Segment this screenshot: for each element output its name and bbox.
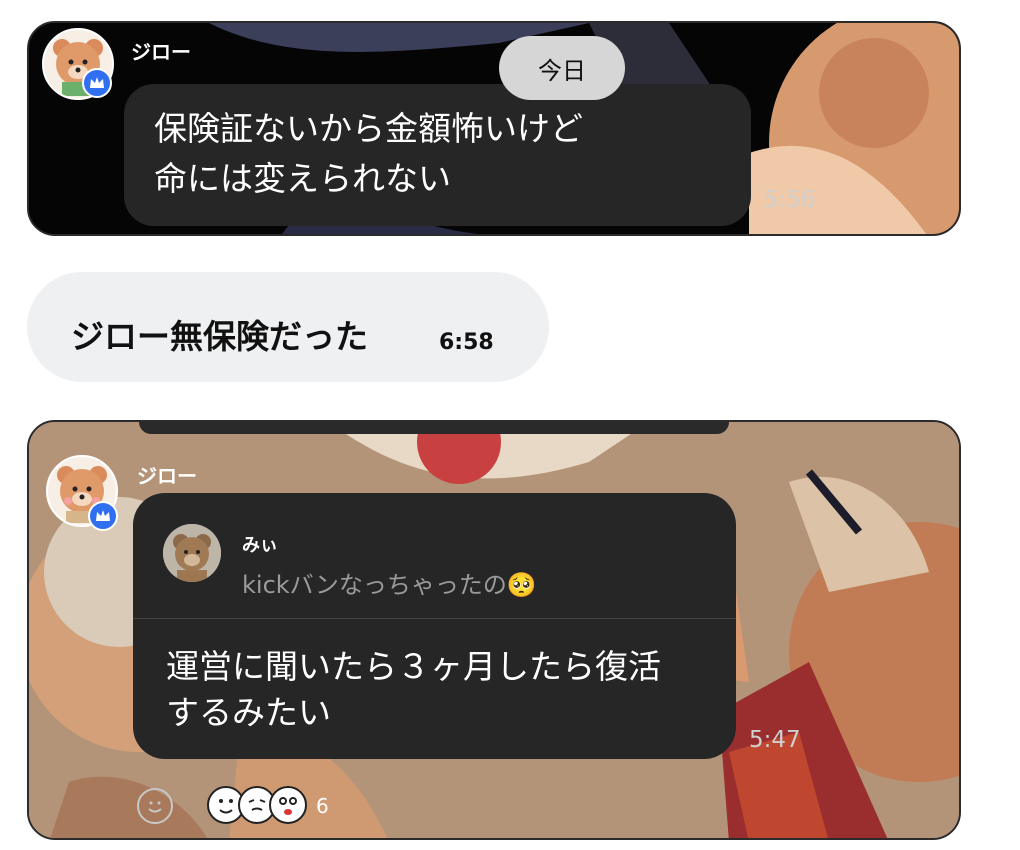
message-time-1: 5:56	[764, 187, 816, 213]
add-reaction-icon[interactable]	[137, 788, 173, 824]
self-message-time: 6:58	[439, 330, 494, 355]
date-separator: 今日	[499, 36, 625, 100]
message-line-1: 保険証ないから金額怖いけど	[154, 109, 583, 148]
pleading-face-icon: 🥺	[506, 571, 537, 599]
crown-icon	[82, 68, 112, 98]
message-time-3: 5:47	[749, 727, 801, 753]
message-line-1: 運営に聞いたら３ヶ月したら復活	[166, 647, 661, 686]
sender-name: ジロー	[137, 464, 197, 488]
message-bubble-1[interactable]: 保険証ないから金額怖いけど 命には変えられない	[124, 84, 751, 226]
quote-text-body: kickバンなっちゃったの	[242, 571, 507, 599]
message-bubble-self[interactable]: ジロー無保険だった 6:58	[27, 272, 549, 382]
message-line-2: 命には変えられない	[154, 159, 451, 198]
sender-name: ジロー	[131, 40, 191, 64]
quote-divider	[133, 618, 736, 619]
self-message-text: ジロー無保険だった	[71, 317, 368, 356]
plush-bear-avatar-icon	[163, 524, 221, 582]
quote-sender-name: みぃ	[242, 535, 278, 556]
quote-text: kickバンなっちゃったの🥺	[242, 565, 537, 600]
reaction-count: 6	[316, 794, 329, 818]
crown-icon	[88, 501, 118, 531]
reaction-face-icon[interactable]	[269, 786, 307, 824]
message-line-2: するみたい	[166, 693, 331, 732]
